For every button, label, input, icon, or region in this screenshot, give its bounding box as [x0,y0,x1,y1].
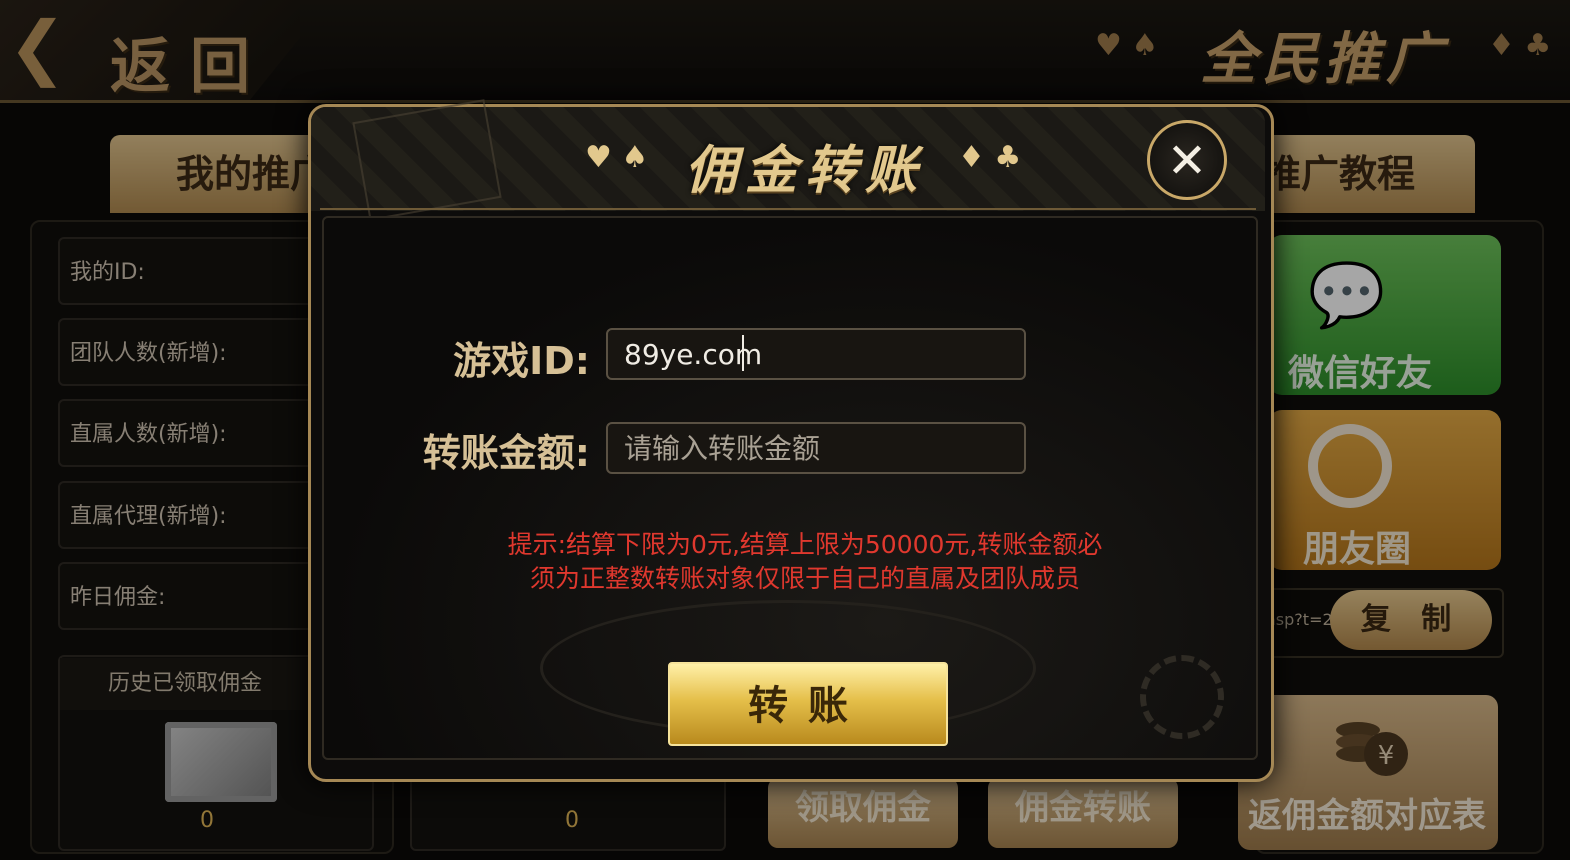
suit-diamond-club-icon: ♦ ♣ [958,140,1022,175]
close-icon[interactable]: ✕ [1147,120,1227,200]
transfer-amount-label: 转账金额: [422,431,590,475]
dialog-header-divider [320,208,1256,210]
suit-heart-spade-icon: ♥ ♠ [585,140,649,175]
game-id-input[interactable]: 89ye.com [606,328,1026,380]
transfer-hint: 提示:结算下限为0元,结算上限为50000元,转账金额必须为正整数转账对象仅限于… [507,530,1103,593]
poker-chip-decoration [1140,655,1224,739]
transfer-submit-button[interactable]: 转账 [668,662,948,746]
dialog-title: 佣金转账 [685,141,926,201]
transfer-amount-input[interactable]: 请输入转账金额 [606,422,1026,474]
text-cursor [742,335,744,371]
game-id-label: 游戏ID: [453,339,590,383]
